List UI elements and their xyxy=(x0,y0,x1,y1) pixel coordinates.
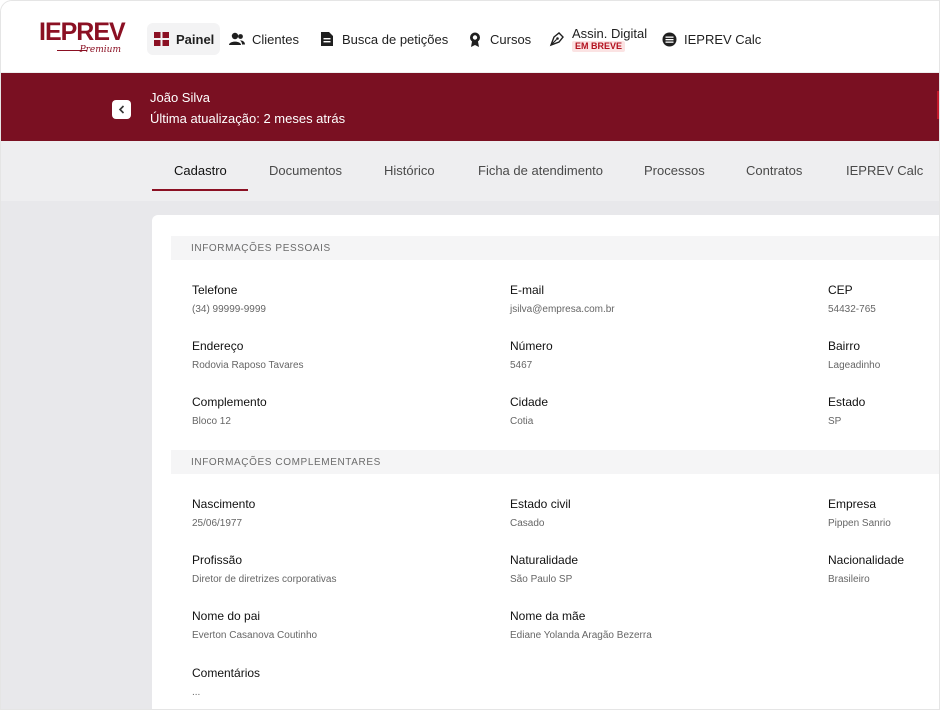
tab-historico[interactable]: Histórico xyxy=(384,163,435,178)
field-label: Complemento xyxy=(192,395,267,409)
field-value: 25/06/1977 xyxy=(192,518,243,529)
nav-item-clientes[interactable]: Clientes xyxy=(223,23,305,55)
field-label: Telefone xyxy=(192,283,238,297)
field-value: 54432-765 xyxy=(828,304,876,315)
field-value: Diretor de diretrizes corporativas xyxy=(192,574,337,585)
document-icon xyxy=(319,31,335,47)
field-label: CEP xyxy=(828,283,853,297)
section-personal-info: INFORMAÇÕES PESSOAIS xyxy=(171,236,939,260)
field-label: Estado xyxy=(828,395,866,409)
field-value: Ediane Yolanda Aragão Bezerra xyxy=(510,630,652,641)
nav-label: Cursos xyxy=(490,31,532,47)
chevron-left-icon xyxy=(118,101,126,119)
field-value: Rodovia Raposo Tavares xyxy=(192,360,304,371)
field-value: Everton Casanova Coutinho xyxy=(192,630,318,641)
nav-label: Painel xyxy=(176,31,215,47)
nav-item-assin-digital[interactable]: Assin. Digital EM BREVE xyxy=(543,23,653,55)
field-value: Casado xyxy=(510,518,545,529)
field-label: Naturalidade xyxy=(510,553,579,567)
grid-icon xyxy=(153,31,169,47)
field-value: ... xyxy=(192,687,201,698)
field-value: (34) 99999-9999 xyxy=(192,304,266,315)
users-icon xyxy=(229,31,245,47)
last-update-text: Última atualização: 2 meses atrás xyxy=(150,111,346,126)
database-icon xyxy=(661,31,677,47)
field-label: Nome da mãe xyxy=(510,609,586,623)
field-label: E-mail xyxy=(510,283,545,297)
nav-label: IEPREV Calc xyxy=(684,31,762,47)
tab-contratos[interactable]: Contratos xyxy=(746,163,802,178)
field-value: SP xyxy=(828,416,842,427)
nav-item-busca-peticoes[interactable]: Busca de petições xyxy=(313,23,454,55)
field-value: jsilva@empresa.com.br xyxy=(510,304,615,315)
field-value: Pippen Sanrio xyxy=(828,518,891,529)
field-label: Bairro xyxy=(828,339,861,353)
field-label: Cidade xyxy=(510,395,549,409)
ieprev-logo[interactable]: IEPREV Premium xyxy=(39,19,126,59)
field-label: Comentários xyxy=(192,666,261,680)
nav-item-ieprev-calc[interactable]: IEPREV Calc xyxy=(655,23,767,55)
award-icon xyxy=(467,31,483,47)
field-value: Brasileiro xyxy=(828,574,870,585)
tab-processos[interactable]: Processos xyxy=(644,163,705,178)
active-tab-indicator xyxy=(152,189,248,191)
field-value: Lageadinho xyxy=(828,360,881,371)
field-label: Profissão xyxy=(192,553,243,567)
field-label: Nascimento xyxy=(192,497,256,511)
section-complementary-info: INFORMAÇÕES COMPLEMENTARES xyxy=(171,450,939,474)
logo-subtitle: Premium xyxy=(79,45,121,55)
field-value: São Paulo SP xyxy=(510,574,573,585)
nav-item-cursos[interactable]: Cursos xyxy=(461,23,537,55)
nav-label: Busca de petições xyxy=(342,31,449,47)
client-header: João Silva Última atualização: 2 meses a… xyxy=(1,73,939,141)
field-value: 5467 xyxy=(510,360,533,371)
field-label: Estado civil xyxy=(510,497,571,511)
field-value: Bloco 12 xyxy=(192,416,231,427)
coming-soon-badge: EM BREVE xyxy=(572,40,626,52)
tab-ficha-atendimento[interactable]: Ficha de atendimento xyxy=(478,163,603,178)
nav-label: Clientes xyxy=(252,31,299,47)
nav-label: Assin. Digital xyxy=(572,25,648,41)
signature-icon xyxy=(549,31,565,47)
tab-cadastro[interactable]: Cadastro xyxy=(174,163,227,178)
top-navigation: IEPREV Premium Painel Clientes Busca de … xyxy=(1,1,939,73)
logo-text: IEPREV xyxy=(39,18,126,46)
field-label: Número xyxy=(510,339,553,353)
field-value: Cotia xyxy=(510,416,534,427)
nav-item-painel[interactable]: Painel xyxy=(147,23,221,55)
field-label: Nome do pai xyxy=(192,609,261,623)
field-label: Empresa xyxy=(828,497,877,511)
client-name: João Silva xyxy=(150,90,210,105)
tab-ieprev-calc[interactable]: IEPREV Calc xyxy=(846,163,923,178)
back-button[interactable] xyxy=(112,100,131,119)
app-window: IEPREV Premium Painel Clientes Busca de … xyxy=(0,0,940,710)
field-label: Endereço xyxy=(192,339,244,353)
tab-documentos[interactable]: Documentos xyxy=(269,163,342,178)
nav-label-group: Assin. Digital EM BREVE xyxy=(572,27,647,52)
tab-bar: Cadastro Documentos Histórico Ficha de a… xyxy=(1,141,939,201)
field-label: Nacionalidade xyxy=(828,553,905,567)
